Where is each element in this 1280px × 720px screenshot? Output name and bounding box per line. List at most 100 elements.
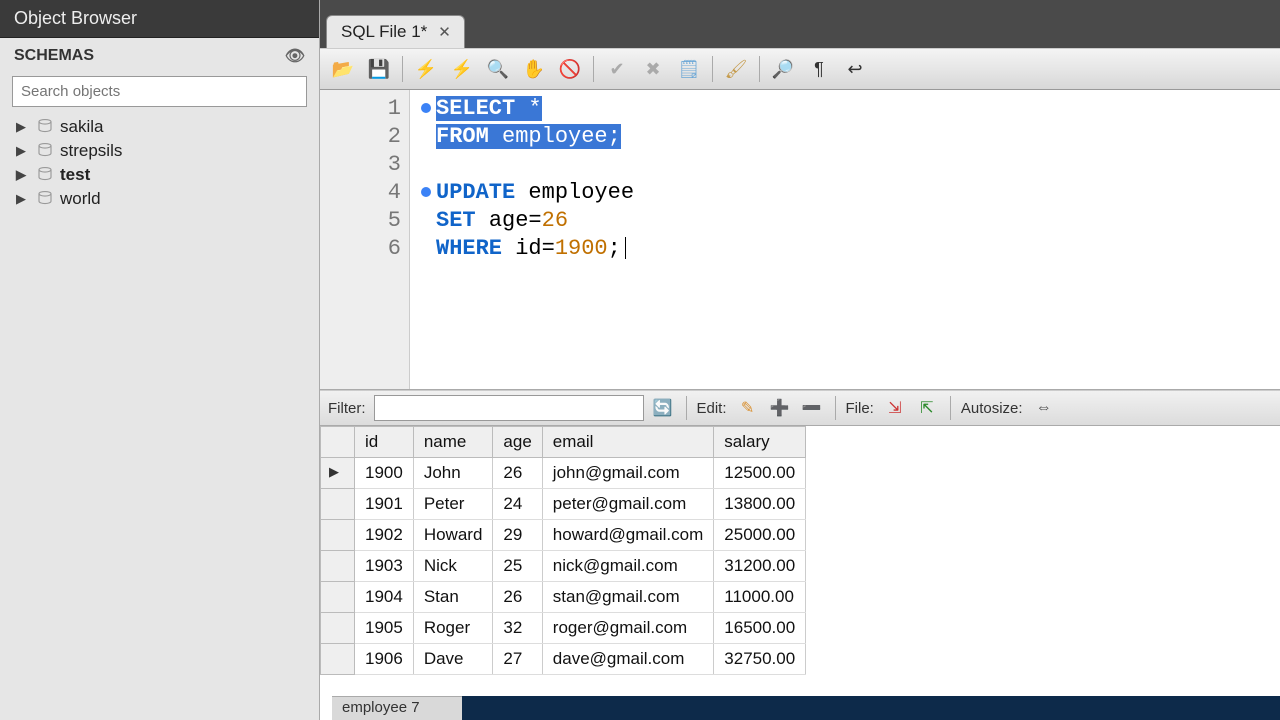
cell-salary[interactable]: 16500.00	[714, 613, 806, 644]
autosize-button[interactable]: ⇔	[1031, 395, 1057, 421]
gutter-line[interactable]: 5	[320, 206, 409, 234]
tab-sql-file-1[interactable]: SQL File 1* ✕	[326, 15, 465, 48]
close-tab-icon[interactable]: ✕	[435, 22, 454, 42]
cell-name[interactable]: John	[413, 458, 493, 489]
column-header-id[interactable]: id	[355, 427, 414, 458]
code-line[interactable]: SET age=26	[436, 206, 1274, 234]
cell-salary[interactable]: 25000.00	[714, 520, 806, 551]
cell-age[interactable]: 32	[493, 613, 542, 644]
row-selector[interactable]	[321, 551, 355, 582]
cell-name[interactable]: Peter	[413, 489, 493, 520]
gutter-line[interactable]: 1	[320, 94, 409, 122]
column-header-age[interactable]: age	[493, 427, 542, 458]
table-row[interactable]: 1901Peter24peter@gmail.com13800.00	[321, 489, 806, 520]
table-row[interactable]: 1906Dave27dave@gmail.com32750.00	[321, 644, 806, 675]
cell-salary[interactable]: 12500.00	[714, 458, 806, 489]
cell-email[interactable]: nick@gmail.com	[542, 551, 713, 582]
column-header-email[interactable]: email	[542, 427, 713, 458]
cell-age[interactable]: 25	[493, 551, 542, 582]
cell-salary[interactable]: 11000.00	[714, 582, 806, 613]
cell-id[interactable]: 1903	[355, 551, 414, 582]
code-line[interactable]	[436, 150, 1274, 178]
cell-salary[interactable]: 32750.00	[714, 644, 806, 675]
cell-age[interactable]: 29	[493, 520, 542, 551]
table-row[interactable]: 1903Nick25nick@gmail.com31200.00	[321, 551, 806, 582]
cell-email[interactable]: peter@gmail.com	[542, 489, 713, 520]
table-row[interactable]: 1902Howard29howard@gmail.com25000.00	[321, 520, 806, 551]
wrap-button[interactable]: ↩	[840, 54, 870, 84]
cell-age[interactable]: 26	[493, 458, 542, 489]
row-selector[interactable]	[321, 520, 355, 551]
cell-salary[interactable]: 13800.00	[714, 489, 806, 520]
gutter-line[interactable]: 2	[320, 122, 409, 150]
gutter-line[interactable]: 4	[320, 178, 409, 206]
snippets-button[interactable]: 🗒	[674, 54, 704, 84]
cell-email[interactable]: roger@gmail.com	[542, 613, 713, 644]
schema-item-world[interactable]: ▶world	[16, 187, 309, 211]
expand-icon[interactable]: ▶	[16, 143, 30, 159]
code-line[interactable]: FROM employee;	[436, 122, 1274, 150]
sql-editor[interactable]: 123456 SELECT *FROM employee; UPDATE empl…	[320, 90, 1280, 390]
table-row[interactable]: 1905Roger32roger@gmail.com16500.00	[321, 613, 806, 644]
cell-id[interactable]: 1902	[355, 520, 414, 551]
schema-item-strepsils[interactable]: ▶strepsils	[16, 139, 309, 163]
code-line[interactable]: WHERE id=1900;	[436, 234, 1274, 262]
execute-current-button[interactable]: ⚡	[447, 54, 477, 84]
explain-button[interactable]: 🔍	[483, 54, 513, 84]
expand-icon[interactable]: ▶	[16, 119, 30, 135]
open-file-button[interactable]: 📂	[328, 54, 358, 84]
results-grid[interactable]: idnameageemailsalary 1900John26john@gmai…	[320, 426, 1280, 720]
schema-item-test[interactable]: ▶test	[16, 163, 309, 187]
delete-row-button[interactable]: ➖	[799, 395, 825, 421]
beautify-button[interactable]: 🖌	[721, 54, 751, 84]
breakpoint-dot[interactable]	[421, 103, 431, 113]
row-selector[interactable]	[321, 489, 355, 520]
cell-email[interactable]: stan@gmail.com	[542, 582, 713, 613]
cell-id[interactable]: 1906	[355, 644, 414, 675]
breakpoint-dot[interactable]	[421, 187, 431, 197]
cell-age[interactable]: 27	[493, 644, 542, 675]
row-selector[interactable]	[321, 582, 355, 613]
schema-item-sakila[interactable]: ▶sakila	[16, 115, 309, 139]
search-objects-input[interactable]	[12, 76, 307, 107]
stop-button[interactable]: 🚫	[555, 54, 585, 84]
execute-button[interactable]: ⚡	[411, 54, 441, 84]
row-selector[interactable]	[321, 644, 355, 675]
cell-id[interactable]: 1900	[355, 458, 414, 489]
expand-icon[interactable]: ▶	[16, 167, 30, 183]
gutter-line[interactable]: 6	[320, 234, 409, 262]
whitespace-button[interactable]: ¶	[804, 54, 834, 84]
table-row[interactable]: 1900John26john@gmail.com12500.00	[321, 458, 806, 489]
gutter-line[interactable]: 3	[320, 150, 409, 178]
cell-salary[interactable]: 31200.00	[714, 551, 806, 582]
code-line[interactable]: UPDATE employee	[436, 178, 1274, 206]
save-file-button[interactable]: 💾	[364, 54, 394, 84]
export-button[interactable]: ⇲	[882, 395, 908, 421]
edit-row-button[interactable]: ✎	[735, 395, 761, 421]
row-selector[interactable]	[321, 458, 355, 489]
cell-id[interactable]: 1905	[355, 613, 414, 644]
filter-input[interactable]	[374, 395, 644, 421]
find-button[interactable]: 🔎	[768, 54, 798, 84]
column-header-salary[interactable]: salary	[714, 427, 806, 458]
cell-email[interactable]: john@gmail.com	[542, 458, 713, 489]
cell-name[interactable]: Dave	[413, 644, 493, 675]
code-line[interactable]: SELECT *	[436, 94, 1274, 122]
row-selector[interactable]	[321, 613, 355, 644]
add-row-button[interactable]: ➕	[767, 395, 793, 421]
cell-email[interactable]: dave@gmail.com	[542, 644, 713, 675]
expand-icon[interactable]: ▶	[16, 191, 30, 207]
cell-email[interactable]: howard@gmail.com	[542, 520, 713, 551]
cell-age[interactable]: 24	[493, 489, 542, 520]
cell-name[interactable]: Stan	[413, 582, 493, 613]
refresh-results-button[interactable]: 🔄	[650, 395, 676, 421]
cell-name[interactable]: Nick	[413, 551, 493, 582]
cell-id[interactable]: 1904	[355, 582, 414, 613]
cell-name[interactable]: Roger	[413, 613, 493, 644]
column-header-name[interactable]: name	[413, 427, 493, 458]
table-row[interactable]: 1904Stan26stan@gmail.com11000.00	[321, 582, 806, 613]
cell-name[interactable]: Howard	[413, 520, 493, 551]
cell-id[interactable]: 1901	[355, 489, 414, 520]
cell-age[interactable]: 26	[493, 582, 542, 613]
import-button[interactable]: ⇱	[914, 395, 940, 421]
